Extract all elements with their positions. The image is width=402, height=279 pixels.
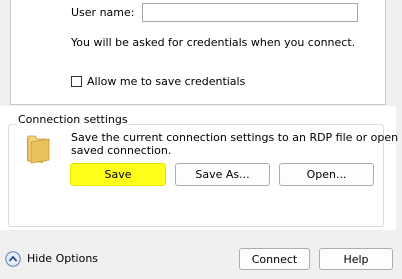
connection-description-line2: saved connection. (71, 144, 172, 157)
hide-options-link[interactable]: Hide Options (27, 252, 98, 265)
connection-settings-title: Connection settings (17, 113, 129, 126)
save-credentials-label: Allow me to save credentials (87, 75, 246, 88)
connect-button[interactable]: Connect (239, 248, 310, 270)
username-label: User name: (71, 6, 135, 19)
save-button[interactable]: Save (70, 163, 166, 186)
connection-description-line1: Save the current connection settings to … (71, 131, 402, 144)
chevron-up-icon[interactable] (5, 251, 21, 267)
save-credentials-checkbox[interactable] (71, 76, 82, 87)
folder-icon (27, 135, 50, 164)
open-button[interactable]: Open... (279, 163, 374, 186)
username-input[interactable] (142, 3, 358, 22)
save-as-button[interactable]: Save As... (175, 163, 270, 186)
help-button[interactable]: Help (319, 248, 393, 270)
credentials-info-text: You will be asked for credentials when y… (71, 36, 356, 49)
